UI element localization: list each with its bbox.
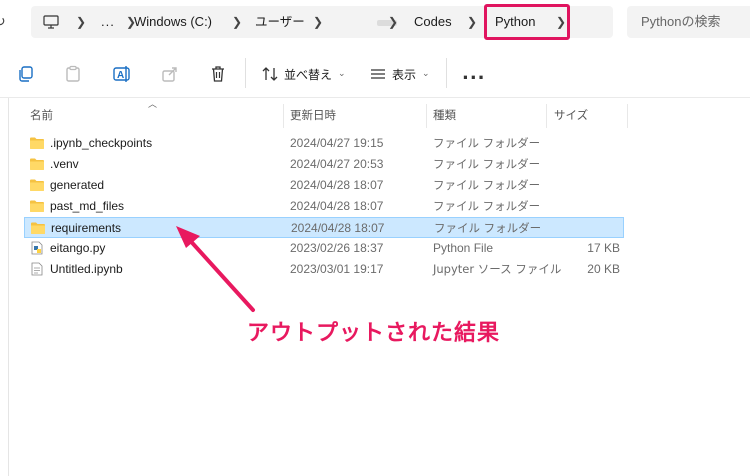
- annotation-label: アウトプットされた結果: [247, 321, 501, 346]
- annotation-arrow: [176, 226, 255, 312]
